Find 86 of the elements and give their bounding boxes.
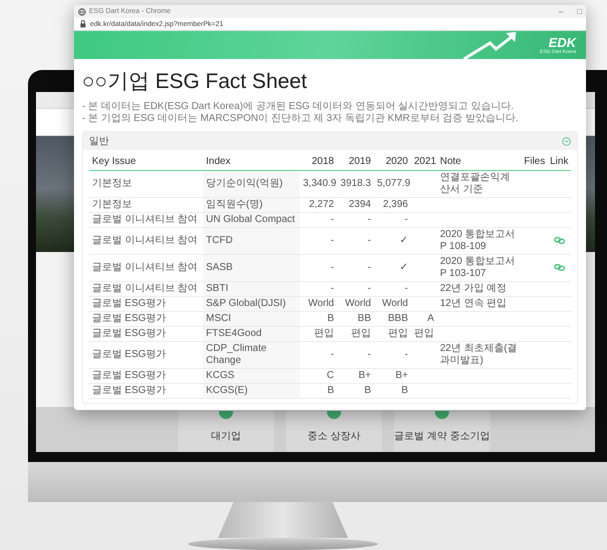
table-cell: 편입 [351, 328, 371, 339]
column-header: 2020 [374, 154, 411, 170]
table-cell: MSCI [206, 313, 231, 324]
table-cell: A [427, 313, 434, 324]
table-cell: BBB [388, 313, 408, 324]
table-cell: TCFD [206, 235, 233, 246]
table-cell: 글로벌 ESG평가 [92, 349, 166, 360]
table-cell: World [308, 298, 334, 309]
table-cell: 2020 통합보고서 P 103-107 [440, 256, 516, 279]
table-cell: FTSE4Good [206, 328, 262, 339]
info-note: - 본 기업의 ESG 데이터는 MARCSPON이 진단하고 제 3자 독립기관 KMR로부터 검증 받았습니다. [82, 113, 520, 125]
table-cell: 글로벌 ESG평가 [92, 370, 166, 381]
card-title: 중소 상장사 [308, 430, 360, 443]
table-cell: 글로벌 ESG평가 [92, 298, 166, 309]
table-cell: B+ [395, 370, 408, 381]
table-cell: BB [358, 313, 371, 324]
table-cell: SASB [206, 262, 233, 273]
table-cell: S&P Global(DJSI) [206, 298, 286, 309]
table-cell: - [404, 214, 408, 225]
table-cell: World [345, 298, 371, 309]
table-cell: KCGS(E) [206, 385, 248, 396]
table-cell: - [368, 349, 371, 360]
table-cell: 임직원수(명) [206, 199, 263, 210]
table-cell: 2,396 [382, 199, 408, 210]
table-cell: ✓ [400, 235, 408, 246]
table-cell: - [330, 262, 334, 273]
info-note: - 본 데이터는 EDK(ESG Dart Korea)에 공개된 ESG 데이터와 연동되어 실시간반영되고 있습니다. [82, 101, 515, 113]
column-header: 2018 [300, 154, 337, 170]
table-cell: CDP_Climate Change [206, 343, 267, 366]
card-title: 글로벌 계약 중소기업 [394, 430, 490, 443]
table-cell: 2394 [348, 199, 371, 210]
table-cell: 글로벌 이니셔티브 참여 [92, 262, 198, 273]
table-cell: 3,340.9 [303, 178, 336, 189]
table-cell: B [401, 385, 408, 396]
table-cell: 기본정보 [92, 199, 132, 210]
window-control-button[interactable]: – [558, 7, 564, 16]
table-cell: 글로벌 ESG평가 [92, 385, 166, 396]
table-cell: - [368, 283, 371, 294]
table-cell: 편입 [314, 328, 334, 339]
table-cell: 편입 [388, 328, 408, 339]
table-cell: 3918.3 [340, 178, 371, 189]
table-cell: 5,077.9 [377, 178, 410, 189]
table-cell: 22년 최초제출(결과미발표) [440, 343, 518, 366]
table-cell: ✓ [400, 262, 408, 273]
column-header: Link [547, 154, 571, 170]
table-cell: 당기순이익(억원) [206, 178, 283, 189]
table-cell: - [404, 283, 408, 294]
table-cell: 글로벌 ESG평가 [92, 328, 166, 339]
table-cell: 2,272 [308, 199, 334, 210]
card-title: 대기업 [211, 430, 241, 443]
table-cell: 글로벌 이니셔티브 참여 [92, 214, 198, 225]
table-cell: 22년 가입 예정 [440, 283, 507, 294]
table-cell: 기본정보 [92, 178, 132, 189]
table-cell: - [330, 214, 334, 225]
column-header: 2021 [411, 154, 437, 170]
table-cell: - [368, 214, 371, 225]
window-control-button[interactable]: □ [577, 7, 582, 16]
table-cell: World [382, 298, 408, 309]
table-cell: - [404, 349, 408, 360]
table-cell: B [327, 313, 334, 324]
column-header: Files [521, 154, 547, 170]
page-title: ○○기업 ESG Fact Sheet [82, 69, 308, 95]
table-cell: B [327, 385, 334, 396]
table-cell: B+ [358, 370, 371, 381]
table-cell: C [326, 370, 334, 381]
logo-text: EDK [548, 36, 576, 48]
table-cell: - [330, 235, 334, 246]
table-cell: 12년 연속 편입 [440, 298, 507, 309]
table-cell: KCGS [206, 370, 234, 381]
table-cell: 글로벌 ESG평가 [92, 313, 166, 324]
table-cell: 편입 [414, 328, 434, 339]
table-cell: - [368, 235, 371, 246]
column-header: 2019 [337, 154, 374, 170]
section-title: 일반 [89, 135, 109, 148]
table-cell: 연결포괄손익계산서 기준 [440, 172, 510, 195]
table-cell: UN Global Compact [206, 214, 295, 225]
table-cell: B [364, 385, 371, 396]
column-header: Key Issue [89, 154, 203, 170]
table-cell: 글로벌 이니셔티브 참여 [92, 283, 198, 294]
table-cell: SBTI [206, 283, 228, 294]
table-cell: - [368, 262, 371, 273]
table-cell: - [330, 283, 334, 294]
table-cell: 글로벌 이니셔티브 참여 [92, 235, 198, 246]
table-cell: - [330, 349, 334, 360]
column-header: Note [437, 154, 521, 170]
table-cell: 2020 통합보고서 P 108-109 [440, 229, 516, 252]
